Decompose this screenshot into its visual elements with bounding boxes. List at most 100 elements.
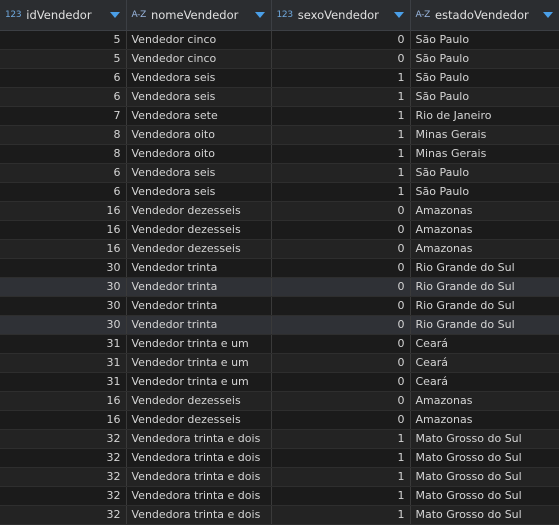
cell-nomevendedor[interactable]: Vendedor dezesseis [126,239,272,259]
table-row[interactable]: 30 Vendedor trinta 0 Rio Grande do Sul [0,277,559,297]
cell-sexovendedor[interactable]: 0 [271,201,411,221]
table-row[interactable]: 31 Vendedor trinta e um 0 Ceará [0,334,559,354]
table-row[interactable]: 32 Vendedora trinta e dois 1 Mato Grosso do… [0,467,559,487]
cell-idvendedor[interactable]: 6 [0,68,127,88]
table-row[interactable]: 32 Vendedora trinta e dois 1 Mato Grosso do… [0,429,559,449]
table-row[interactable]: 7 Vendedora sete 1 Rio de Janeiro [0,106,559,126]
cell-estadovendedor[interactable]: Rio Grande do Sul [410,296,559,316]
cell-estadovendedor[interactable]: São Paulo [410,30,559,50]
cell-idvendedor[interactable]: 31 [0,334,127,354]
cell-estadovendedor[interactable]: Amazonas [410,201,559,221]
cell-sexovendedor[interactable]: 0 [271,296,411,316]
cell-idvendedor[interactable]: 16 [0,410,127,430]
cell-estadovendedor[interactable]: Mato Grosso do Sul [410,467,559,487]
cell-idvendedor[interactable]: 31 [0,372,127,392]
cell-idvendedor[interactable]: 8 [0,125,127,145]
cell-nomevendedor[interactable]: Vendedor dezesseis [126,220,272,240]
table-row[interactable]: 6 Vendedora seis 1 São Paulo [0,182,559,202]
sort-dropdown-icon[interactable] [109,12,120,18]
cell-idvendedor[interactable]: 32 [0,429,127,449]
cell-nomevendedor[interactable]: Vendedora oito [126,144,272,164]
cell-nomevendedor[interactable]: Vendedor trinta [126,277,272,297]
cell-estadovendedor[interactable]: Amazonas [410,220,559,240]
cell-idvendedor[interactable]: 32 [0,467,127,487]
cell-idvendedor[interactable]: 6 [0,87,127,107]
cell-nomevendedor[interactable]: Vendedor dezesseis [126,391,272,411]
column-header-sexovendedor[interactable]: 123 sexoVendedor [271,0,411,31]
cell-nomevendedor[interactable]: Vendedor trinta [126,315,272,335]
cell-sexovendedor[interactable]: 0 [271,239,411,259]
cell-sexovendedor[interactable]: 1 [271,429,411,449]
cell-estadovendedor[interactable]: Minas Gerais [410,144,559,164]
cell-sexovendedor[interactable]: 0 [271,334,411,354]
cell-nomevendedor[interactable]: Vendedor trinta e um [126,334,272,354]
cell-sexovendedor[interactable]: 1 [271,448,411,468]
cell-nomevendedor[interactable]: Vendedora seis [126,87,272,107]
cell-estadovendedor[interactable]: Amazonas [410,391,559,411]
cell-idvendedor[interactable]: 5 [0,30,127,50]
cell-estadovendedor[interactable]: Rio Grande do Sul [410,315,559,335]
cell-estadovendedor[interactable]: São Paulo [410,182,559,202]
table-row[interactable]: 16 Vendedor dezesseis 0 Amazonas [0,220,559,240]
cell-sexovendedor[interactable]: 1 [271,144,411,164]
cell-sexovendedor[interactable]: 0 [271,410,411,430]
cell-sexovendedor[interactable]: 1 [271,182,411,202]
cell-nomevendedor[interactable]: Vendedora seis [126,163,272,183]
cell-estadovendedor[interactable]: Rio de Janeiro [410,106,559,126]
cell-nomevendedor[interactable]: Vendedora trinta e dois [126,505,272,525]
table-row[interactable]: 31 Vendedor trinta e um 0 Ceará [0,372,559,392]
table-row[interactable]: 32 Vendedora trinta e dois 1 Mato Grosso do… [0,448,559,468]
cell-idvendedor[interactable]: 8 [0,144,127,164]
table-row[interactable]: 6 Vendedora seis 1 São Paulo [0,163,559,183]
table-row[interactable]: 16 Vendedor dezesseis 0 Amazonas [0,391,559,411]
cell-sexovendedor[interactable]: 1 [271,87,411,107]
table-row[interactable]: 5 Vendedor cinco 0 São Paulo [0,49,559,69]
table-row[interactable]: 16 Vendedor dezesseis 0 Amazonas [0,239,559,259]
sort-dropdown-icon[interactable] [254,12,265,18]
cell-idvendedor[interactable]: 30 [0,315,127,335]
cell-idvendedor[interactable]: 32 [0,486,127,506]
cell-estadovendedor[interactable]: São Paulo [410,68,559,88]
cell-sexovendedor[interactable]: 1 [271,106,411,126]
cell-nomevendedor[interactable]: Vendedora sete [126,106,272,126]
cell-estadovendedor[interactable]: Mato Grosso do Sul [410,448,559,468]
table-row[interactable]: 32 Vendedora trinta e dois 1 Mato Grosso do… [0,486,559,506]
sort-dropdown-icon[interactable] [393,12,404,18]
cell-nomevendedor[interactable]: Vendedora oito [126,125,272,145]
cell-estadovendedor[interactable]: Mato Grosso do Sul [410,486,559,506]
table-row[interactable]: 30 Vendedor trinta 0 Rio Grande do Sul [0,258,559,278]
cell-nomevendedor[interactable]: Vendedora trinta e dois [126,467,272,487]
column-header-estadovendedor[interactable]: A-Z estadoVendedor [410,0,559,31]
cell-idvendedor[interactable]: 7 [0,106,127,126]
cell-idvendedor[interactable]: 32 [0,505,127,525]
cell-nomevendedor[interactable]: Vendedora trinta e dois [126,486,272,506]
table-row[interactable]: 30 Vendedor trinta 0 Rio Grande do Sul [0,296,559,316]
table-row[interactable]: 31 Vendedor trinta e um 0 Ceará [0,353,559,373]
cell-sexovendedor[interactable]: 1 [271,467,411,487]
sort-dropdown-icon[interactable] [542,12,553,18]
cell-idvendedor[interactable]: 6 [0,163,127,183]
cell-sexovendedor[interactable]: 0 [271,49,411,69]
cell-sexovendedor[interactable]: 0 [271,372,411,392]
cell-estadovendedor[interactable]: Minas Gerais [410,125,559,145]
cell-estadovendedor[interactable]: São Paulo [410,87,559,107]
cell-idvendedor[interactable]: 30 [0,296,127,316]
cell-sexovendedor[interactable]: 0 [271,220,411,240]
cell-sexovendedor[interactable]: 1 [271,486,411,506]
table-row[interactable]: 5 Vendedor cinco 0 São Paulo [0,30,559,50]
column-header-nomevendedor[interactable]: A-Z nomeVendedor [126,0,272,31]
cell-sexovendedor[interactable]: 0 [271,30,411,50]
table-row[interactable]: 16 Vendedor dezesseis 0 Amazonas [0,201,559,221]
table-row[interactable]: 6 Vendedora seis 1 São Paulo [0,87,559,107]
cell-nomevendedor[interactable]: Vendedor trinta e um [126,353,272,373]
column-header-idvendedor[interactable]: 123 idVendedor [0,0,127,31]
cell-nomevendedor[interactable]: Vendedor dezesseis [126,201,272,221]
cell-nomevendedor[interactable]: Vendedor trinta [126,296,272,316]
cell-idvendedor[interactable]: 5 [0,49,127,69]
cell-sexovendedor[interactable]: 0 [271,315,411,335]
cell-idvendedor[interactable]: 32 [0,448,127,468]
cell-sexovendedor[interactable]: 1 [271,163,411,183]
cell-estadovendedor[interactable]: Rio Grande do Sul [410,277,559,297]
cell-estadovendedor[interactable]: Amazonas [410,410,559,430]
table-row[interactable]: 32 Vendedora trinta e dois 1 Mato Grosso do… [0,505,559,525]
